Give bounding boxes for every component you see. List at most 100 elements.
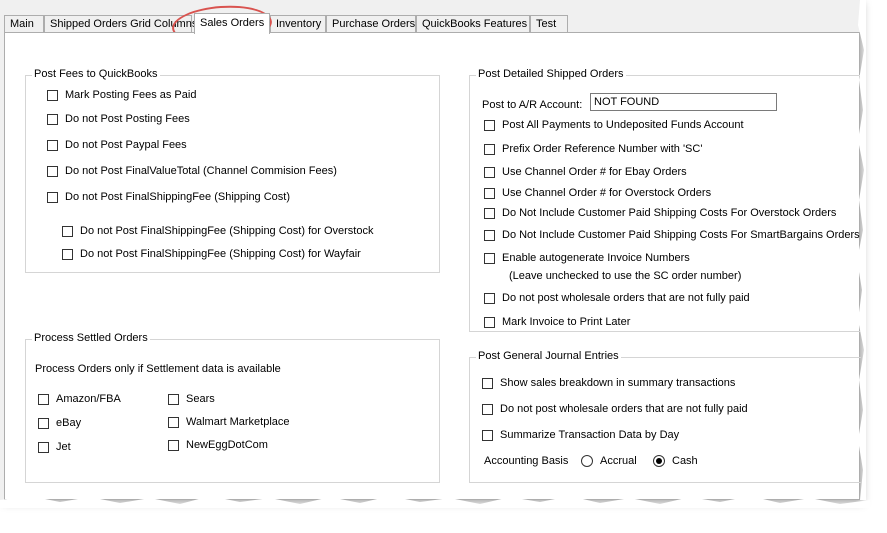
checkbox-box[interactable] <box>47 139 58 151</box>
checkbox-box[interactable] <box>484 119 495 131</box>
checkbox-label: Do Not Include Customer Paid Shipping Co… <box>502 229 860 241</box>
radio-label: Cash <box>672 455 698 467</box>
tab-quickbooks-features[interactable]: QuickBooks Features <box>416 15 530 32</box>
checkbox-label: Mark Posting Fees as Paid <box>65 89 197 101</box>
checkbox-label: eBay <box>56 417 82 429</box>
checkbox-box[interactable] <box>484 143 495 155</box>
ar-account-label: Post to A/R Account: <box>482 99 583 111</box>
undeposited-funds-checkbox[interactable]: Post All Payments to Undeposited Funds A… <box>484 119 744 131</box>
checkbox-label: Amazon/FBA <box>56 393 121 405</box>
sales-breakdown-checkbox[interactable]: Show sales breakdown in summary transact… <box>482 377 735 389</box>
radio-label: Accrual <box>600 455 637 467</box>
checkbox-label: Enable autogenerate Invoice Numbers <box>502 252 690 264</box>
post-fees-group: Post Fees to QuickBooks Mark Posting Fee… <box>25 68 440 273</box>
checkbox-box[interactable] <box>168 393 179 405</box>
checkbox-label: Jet <box>56 441 71 453</box>
do-not-post-shipping-overstock-checkbox[interactable]: Do not Post FinalShippingFee (Shipping C… <box>62 225 373 237</box>
checkbox-label: Prefix Order Reference Number with 'SC' <box>502 143 703 155</box>
post-fees-title: Post Fees to QuickBooks <box>32 68 160 80</box>
checkbox-box[interactable] <box>482 377 493 389</box>
checkbox-box[interactable] <box>47 191 58 203</box>
ebay-checkbox[interactable]: eBay <box>38 417 81 429</box>
mark-posting-fees-paid-checkbox[interactable]: Mark Posting Fees as Paid <box>47 89 196 101</box>
do-not-post-finalshippingfee-checkbox[interactable]: Do not Post FinalShippingFee (Shipping C… <box>47 191 290 203</box>
tab-main[interactable]: Main <box>4 15 44 32</box>
checkbox-box[interactable] <box>38 441 49 453</box>
post-detailed-title: Post Detailed Shipped Orders <box>476 68 626 80</box>
checkbox-label: Do Not Include Customer Paid Shipping Co… <box>502 207 837 219</box>
exclude-shipping-overstock-checkbox[interactable]: Do Not Include Customer Paid Shipping Co… <box>484 207 836 219</box>
checkbox-label: Do not Post Posting Fees <box>65 113 190 125</box>
checkbox-label: Do not Post FinalShippingFee (Shipping C… <box>65 191 291 203</box>
accrual-radio[interactable]: Accrual <box>581 455 637 467</box>
checkbox-label: Summarize Transaction Data by Day <box>500 429 680 441</box>
do-not-post-paypal-fees-checkbox[interactable]: Do not Post Paypal Fees <box>47 139 187 151</box>
tab-test[interactable]: Test <box>530 15 568 32</box>
do-not-post-finalvaluetotal-checkbox[interactable]: Do not Post FinalValueTotal (Channel Com… <box>47 165 337 177</box>
journal-wholesale-unpaid-checkbox[interactable]: Do not post wholesale orders that are no… <box>482 403 748 415</box>
checkbox-box[interactable] <box>168 439 179 451</box>
do-not-post-shipping-wayfair-checkbox[interactable]: Do not Post FinalShippingFee (Shipping C… <box>62 248 361 260</box>
checkbox-box[interactable] <box>482 429 493 441</box>
checkbox-label: Show sales breakdown in summary transact… <box>500 377 736 389</box>
post-general-journal-group: Post General Journal Entries Show sales … <box>469 350 861 483</box>
settings-window: Main Shipped Orders Grid Columns Sales O… <box>0 0 870 508</box>
checkbox-box[interactable] <box>484 316 495 328</box>
checkbox-box[interactable] <box>484 166 495 178</box>
checkbox-label: Mark Invoice to Print Later <box>502 316 631 328</box>
radio-circle[interactable] <box>653 455 665 467</box>
jet-checkbox[interactable]: Jet <box>38 441 71 453</box>
checkbox-box[interactable] <box>38 393 49 405</box>
checkbox-box[interactable] <box>482 403 493 415</box>
channel-order-overstock-checkbox[interactable]: Use Channel Order # for Overstock Orders <box>484 187 711 199</box>
do-not-post-posting-fees-checkbox[interactable]: Do not Post Posting Fees <box>47 113 190 125</box>
checkbox-box[interactable] <box>484 292 495 304</box>
checkbox-box[interactable] <box>62 248 73 260</box>
tab-shipped-orders-grid-columns[interactable]: Shipped Orders Grid Columns <box>44 15 197 32</box>
walmart-marketplace-checkbox[interactable]: Walmart Marketplace <box>168 416 290 428</box>
exclude-shipping-smartbargains-checkbox[interactable]: Do Not Include Customer Paid Shipping Co… <box>484 229 860 241</box>
checkbox-box[interactable] <box>484 252 495 264</box>
accounting-basis-label: Accounting Basis <box>484 455 569 467</box>
prefix-sc-checkbox[interactable]: Prefix Order Reference Number with 'SC' <box>484 143 702 155</box>
torn-edge-right <box>857 0 866 500</box>
post-detailed-shipped-orders-group: Post Detailed Shipped Orders Post to A/R… <box>469 68 861 332</box>
checkbox-box[interactable] <box>484 229 495 241</box>
amazon-fba-checkbox[interactable]: Amazon/FBA <box>38 393 121 405</box>
checkbox-box[interactable] <box>47 113 58 125</box>
checkbox-box[interactable] <box>484 207 495 219</box>
autogenerate-note: (Leave unchecked to use the SC order num… <box>509 270 742 282</box>
process-settled-title: Process Settled Orders <box>32 332 150 344</box>
checkbox-label: Do not post wholesale orders that are no… <box>502 292 750 304</box>
checkbox-box[interactable] <box>484 187 495 199</box>
checkbox-label: Do not Post FinalValueTotal (Channel Com… <box>65 165 337 177</box>
tab-sales-orders[interactable]: Sales Orders <box>194 13 270 34</box>
sales-orders-panel: Post Fees to QuickBooks Mark Posting Fee… <box>4 32 861 500</box>
cash-radio[interactable]: Cash <box>653 455 698 467</box>
summarize-by-day-checkbox[interactable]: Summarize Transaction Data by Day <box>482 429 679 441</box>
print-later-checkbox[interactable]: Mark Invoice to Print Later <box>484 316 630 328</box>
checkbox-label: Use Channel Order # for Overstock Orders <box>502 187 712 199</box>
checkbox-label: NewEggDotCom <box>186 439 268 451</box>
tab-inventory[interactable]: Inventory <box>270 15 326 32</box>
autogenerate-invoice-checkbox[interactable]: Enable autogenerate Invoice Numbers <box>484 252 690 264</box>
checkbox-box[interactable] <box>168 416 179 428</box>
checkbox-label: Sears <box>186 393 215 405</box>
torn-edge-bottom <box>0 496 870 508</box>
tab-purchase-orders[interactable]: Purchase Orders <box>326 15 416 32</box>
checkbox-label: Do not Post FinalShippingFee (Shipping C… <box>80 248 361 260</box>
newegg-checkbox[interactable]: NewEggDotCom <box>168 439 268 451</box>
ar-account-field[interactable]: NOT FOUND <box>590 93 777 111</box>
checkbox-label: Walmart Marketplace <box>186 416 290 428</box>
detailed-wholesale-unpaid-checkbox[interactable]: Do not post wholesale orders that are no… <box>484 292 750 304</box>
checkbox-box[interactable] <box>47 89 58 101</box>
checkbox-label: Do not Post FinalShippingFee (Shipping C… <box>80 225 374 237</box>
checkbox-box[interactable] <box>62 225 73 237</box>
channel-order-ebay-checkbox[interactable]: Use Channel Order # for Ebay Orders <box>484 166 687 178</box>
radio-circle[interactable] <box>581 455 593 467</box>
checkbox-label: Do not Post Paypal Fees <box>65 139 187 151</box>
checkbox-box[interactable] <box>38 417 49 429</box>
checkbox-box[interactable] <box>47 165 58 177</box>
checkbox-label: Do not post wholesale orders that are no… <box>500 403 748 415</box>
sears-checkbox[interactable]: Sears <box>168 393 215 405</box>
